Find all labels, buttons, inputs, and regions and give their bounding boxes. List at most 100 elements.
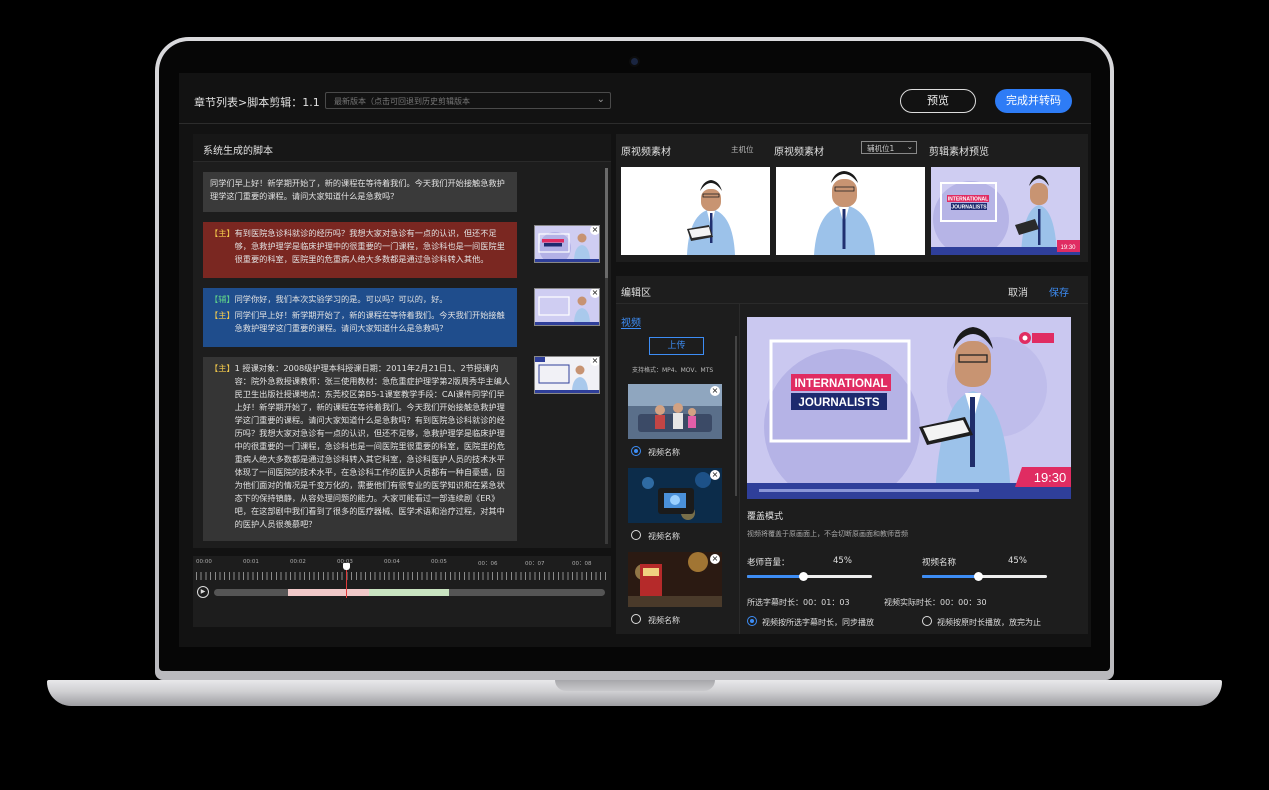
edit-preview-video[interactable]: INTERNATIONAL JOURNALISTS 19:30 (747, 317, 1071, 499)
supported-formats: 支持格式：MP4、MOV、MTS (632, 367, 714, 374)
teacher-image (621, 167, 770, 255)
news-frame-image: INTERNATIONAL JOURNALISTS 19:30 (747, 317, 1071, 499)
main-tag: 【主】 (210, 228, 235, 238)
script-text: 同学们早上好！新学期开始了，新的课程在等待着我们。今天我们开始接触急救护理学这门… (210, 178, 505, 201)
aux-camera-video[interactable] (776, 167, 925, 255)
video-name: 视频名称 (648, 448, 680, 457)
teacher-volume-slider[interactable] (747, 572, 872, 581)
video-radio[interactable] (631, 530, 641, 540)
library-scrollbar[interactable] (735, 336, 737, 496)
script-panel-title: 系统生成的脚本 (193, 134, 611, 162)
mode-title: 覆盖模式 (747, 512, 784, 522)
sync-playback-radio[interactable] (747, 616, 757, 626)
overlay-line1: INTERNATIONAL (794, 378, 887, 390)
script-block-aux[interactable]: 【辅】 同学你好，我们本次实验学习的是。可以吗？可以的，好。 【主】 同学们早上… (203, 288, 517, 347)
video-name: 视频名称 (648, 616, 680, 625)
tick-label: 00：08 (572, 561, 592, 567)
script-text: 同学你好，我们本次实验学习的是。可以吗？可以的，好。 (234, 294, 448, 304)
main-tag: 【主】 (210, 363, 235, 373)
save-button[interactable]: 保存 (1049, 284, 1069, 299)
source-title-aux: 原视频素材 (774, 147, 824, 158)
edit-panel: 编辑区 取消 保存 视频 上传 支持格式：MP4、MOV、MTS × 视频名称 (616, 276, 1088, 634)
close-icon[interactable]: × (590, 357, 599, 366)
timeline-ruler (196, 572, 606, 580)
tick-label: 00：07 (525, 561, 545, 567)
version-select[interactable]: 最新版本（点击可回退到历史剪辑版本 ⌄ (325, 92, 611, 109)
divider (739, 304, 740, 634)
library-video-thumbnail[interactable]: × (628, 384, 722, 439)
mode-description: 视频将覆盖于原画面上，不会切断原画面和教师音频 (747, 530, 908, 538)
tick-label: 00：06 (478, 561, 498, 567)
timeline[interactable]: 00:00 00:01 00:02 00:03 00:04 00:05 00：0… (193, 556, 611, 627)
play-icon[interactable]: ▶ (197, 586, 209, 598)
clip-thumbnail[interactable]: × (534, 356, 600, 394)
slider-handle[interactable] (798, 572, 808, 581)
breadcrumb[interactable]: 章节列表>脚本剪辑：1.1 (194, 94, 320, 110)
library-video-thumbnail[interactable]: × (628, 552, 722, 607)
laptop-notch (555, 680, 715, 691)
video-duration: 视频实际时长：00：00：30 (884, 598, 987, 607)
video-radio[interactable] (631, 614, 641, 624)
camera-image (628, 468, 722, 523)
aux-tag: 【辅】 (210, 294, 235, 304)
teacher-volume-label: 老师音量： (747, 558, 790, 568)
script-scrollbar-thumb[interactable] (605, 168, 608, 278)
street-night-image (628, 552, 722, 607)
tick-label: 00:01 (243, 559, 259, 565)
script-block[interactable]: 【主】 1 授课对象：2008级护理本科授课日期：2011年2月21日1、2节授… (203, 357, 517, 541)
chevron-down-icon: ⌄ (596, 94, 605, 105)
close-icon[interactable]: × (710, 470, 720, 480)
news-frame-image: INTERNATIONAL JOURNALISTS 19:30 (931, 167, 1080, 255)
script-block-main[interactable]: 【主】 有到医院急诊科就诊的经历吗？我想大家对急诊有一点的认识，但还不足够，急救… (203, 222, 517, 278)
tick-label: 00:04 (384, 559, 400, 565)
version-select-label: 最新版本（点击可回退到历史剪辑版本 (334, 97, 470, 106)
sync-playback-label: 视频按所选字幕时长，同步播放 (762, 618, 874, 627)
main-tag: 【主】 (210, 310, 235, 320)
video-name: 视频名称 (648, 532, 680, 541)
aux-camera-select[interactable]: 辅机位1 ⌄ (861, 141, 917, 154)
cancel-button[interactable]: 取消 (1008, 284, 1028, 299)
library-video-thumbnail[interactable]: × (628, 468, 722, 523)
clip-thumbnail[interactable]: × (534, 225, 600, 263)
close-icon[interactable]: × (710, 386, 720, 396)
timeline-track[interactable] (214, 589, 605, 596)
slider-fill (922, 575, 979, 578)
aux-camera-select-label: 辅机位1 (867, 144, 895, 153)
slider-fill (747, 575, 804, 578)
video-volume-value: 45% (1008, 556, 1027, 566)
subtitle-duration: 所选字幕时长：00：01：03 (747, 598, 850, 607)
preview-button[interactable]: 预览 (900, 89, 976, 113)
clip-segment-aux[interactable] (369, 589, 449, 596)
source-video-panel: 原视频素材 主机位 原视频素材 辅机位1 ⌄ 剪辑素材预览 INTERNATIO… (616, 134, 1088, 262)
script-block[interactable]: 同学们早上好！新学期开始了，新的课程在等待着我们。今天我们开始接触急救护理学这门… (203, 172, 517, 212)
script-text: 1 授课对象：2008级护理本科授课日期：2011年2月21日1、2节授课内容：… (234, 363, 510, 529)
webcam-icon (631, 58, 638, 65)
edit-panel-title: 编辑区 (621, 288, 651, 299)
clip-segment-main[interactable] (288, 589, 369, 596)
close-icon[interactable]: × (710, 554, 720, 564)
slider-handle[interactable] (973, 572, 983, 581)
overlay-line2: JOURNALISTS (798, 397, 879, 409)
close-icon[interactable]: × (590, 289, 599, 298)
family-image (628, 384, 722, 439)
tick-label: 00:00 (196, 559, 212, 565)
clip-thumbnail[interactable]: × (534, 288, 600, 326)
finish-transcode-button[interactable]: 完成并转码 (995, 89, 1072, 113)
overlay-time: 19:30 (1060, 245, 1076, 251)
teacher-volume-value: 45% (833, 556, 852, 566)
upload-button[interactable]: 上传 (649, 337, 704, 355)
close-icon[interactable]: × (590, 226, 599, 235)
main-camera-video[interactable] (621, 167, 770, 255)
tab-video[interactable]: 视频 (621, 314, 641, 329)
overlay-line1: INTERNATIONAL (948, 197, 988, 203)
camera-main-label: 主机位 (731, 145, 754, 154)
tick-label: 00:05 (431, 559, 447, 565)
clip-preview-title: 剪辑素材预览 (929, 147, 989, 158)
video-volume-slider[interactable] (922, 572, 1047, 581)
playhead-handle[interactable] (343, 563, 350, 570)
video-radio[interactable] (631, 446, 641, 456)
clip-preview-video[interactable]: INTERNATIONAL JOURNALISTS 19:30 (931, 167, 1080, 255)
full-playback-radio[interactable] (922, 616, 932, 626)
script-text: 有到医院急诊科就诊的经历吗？我想大家对急诊有一点的认识，但还不足够，急救护理学是… (234, 228, 505, 264)
tab-underline (621, 328, 641, 329)
